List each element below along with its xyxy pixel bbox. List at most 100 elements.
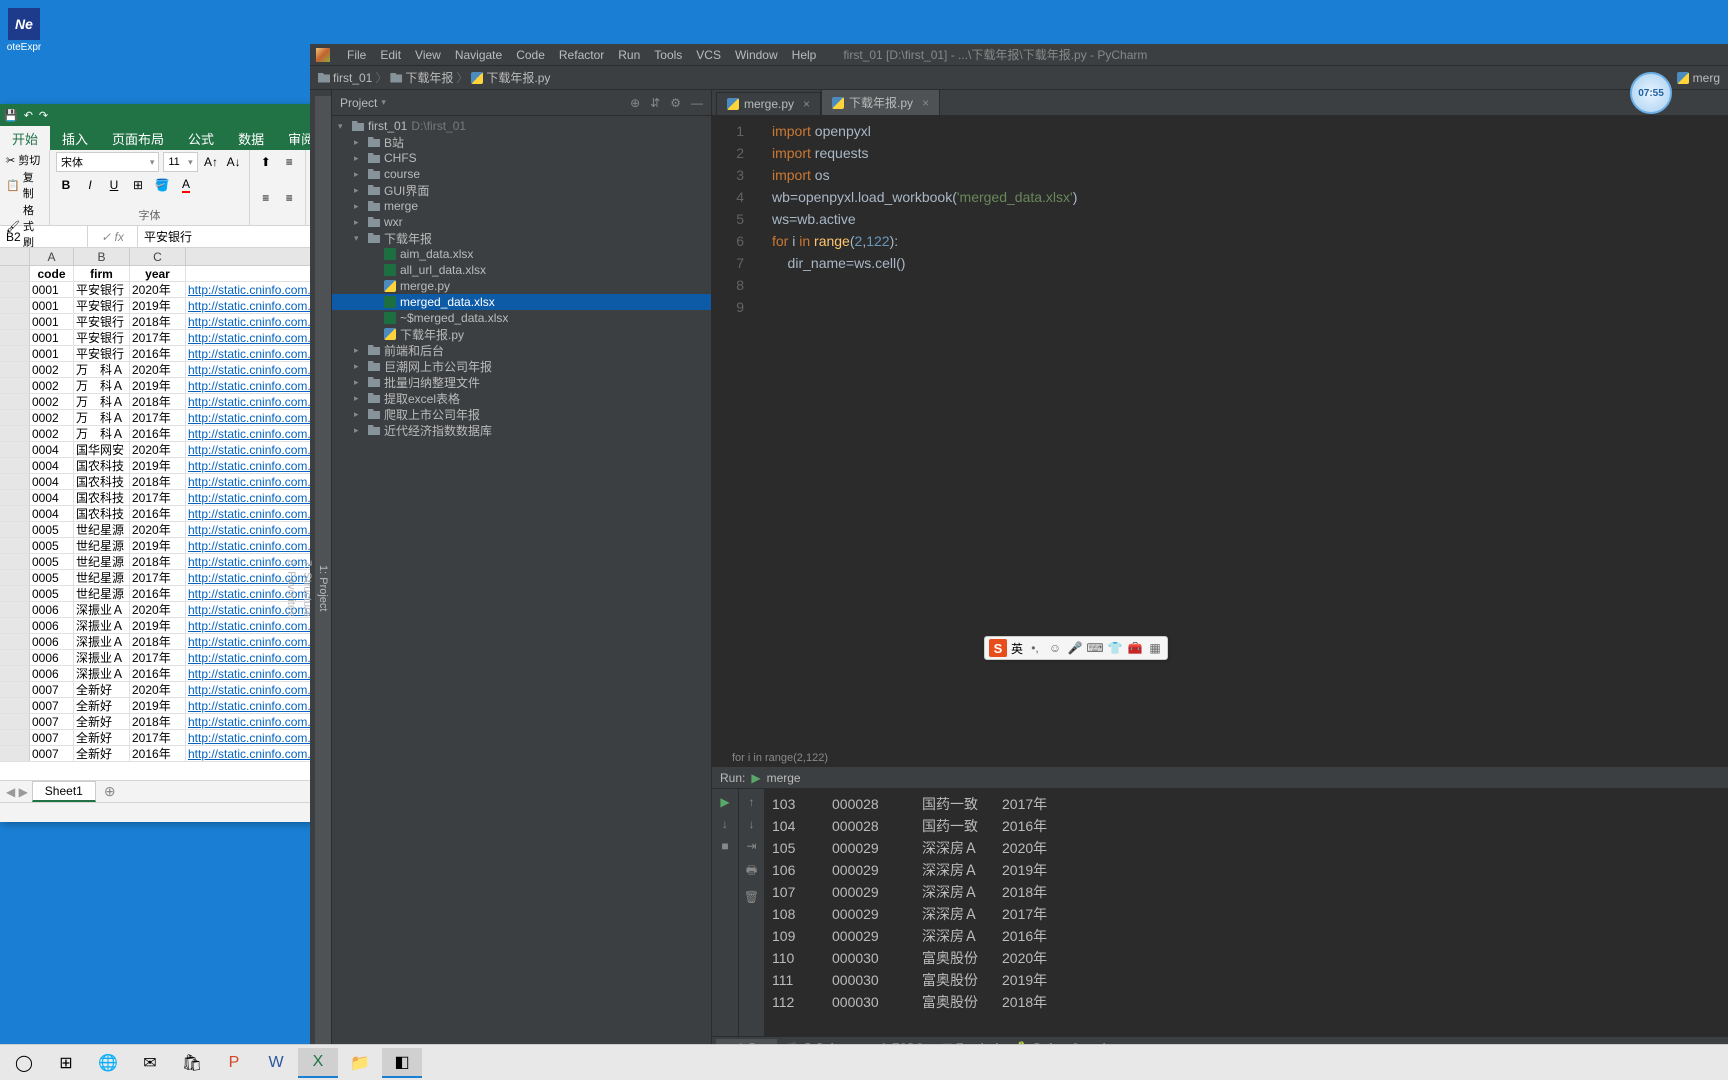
- editor-tab[interactable]: merge.py×: [716, 92, 821, 115]
- tree-item[interactable]: aim_data.xlsx: [332, 246, 711, 262]
- run-print-icon[interactable]: 🖶: [746, 861, 757, 882]
- tree-item[interactable]: ▸巨潮网上市公司年报: [332, 358, 711, 374]
- ime-keyboard-icon[interactable]: ⌨: [1087, 640, 1103, 656]
- menu-code[interactable]: Code: [509, 48, 552, 62]
- tree-item[interactable]: merge.py: [332, 278, 711, 294]
- tree-item[interactable]: ▸CHFS: [332, 150, 711, 166]
- sogou-icon[interactable]: S: [989, 639, 1007, 657]
- excel-add-sheet[interactable]: ⊕: [104, 783, 116, 800]
- editor-tab[interactable]: 下载年报.py×: [821, 89, 940, 115]
- excel-fx-icon[interactable]: ✓ fx: [88, 226, 138, 247]
- ime-menu-icon[interactable]: ▦: [1147, 640, 1163, 656]
- menu-edit[interactable]: Edit: [373, 48, 408, 62]
- project-label[interactable]: Project: [340, 96, 377, 110]
- tree-item[interactable]: ~$merged_data.xlsx: [332, 310, 711, 326]
- menu-vcs[interactable]: VCS: [689, 48, 728, 62]
- excel-name-box[interactable]: B2: [0, 226, 88, 247]
- start-button[interactable]: ◯: [4, 1048, 44, 1078]
- menu-file[interactable]: File: [340, 48, 373, 62]
- tree-item[interactable]: 下载年报.py: [332, 326, 711, 342]
- tree-item[interactable]: ▸批量归纳整理文件: [332, 374, 711, 390]
- run-wrap-icon[interactable]: ⇥: [746, 839, 756, 853]
- run-play-icon[interactable]: ▶: [720, 795, 729, 809]
- tree-item[interactable]: ▸merge: [332, 198, 711, 214]
- run-up-icon[interactable]: ↑: [749, 795, 755, 809]
- excel-fill-color[interactable]: 🪣: [152, 175, 172, 195]
- excel-bold[interactable]: B: [56, 175, 76, 195]
- tree-item[interactable]: ▸爬取上市公司年报: [332, 406, 711, 422]
- tree-item[interactable]: ▾first_01 D:\first_01: [332, 118, 711, 134]
- excel-undo-icon[interactable]: ↶: [24, 109, 33, 122]
- ribbon-tab[interactable]: 公式: [176, 126, 226, 151]
- project-tool-tab[interactable]: 1: Project: [315, 96, 331, 1080]
- excel-increase-font[interactable]: A↑: [202, 152, 221, 172]
- merge-tab-right[interactable]: merg: [1677, 71, 1720, 85]
- menu-navigate[interactable]: Navigate: [448, 48, 509, 62]
- ime-toolbar[interactable]: S 英 •, ☺ 🎤 ⌨ 👕 🧰 ▦: [984, 636, 1168, 660]
- tree-item[interactable]: ▾下载年报: [332, 230, 711, 246]
- chevron-down-icon[interactable]: ▾: [381, 97, 386, 108]
- hide-icon[interactable]: —: [691, 96, 703, 110]
- excel-align-left[interactable]: ≡: [256, 188, 276, 208]
- menu-help[interactable]: Help: [785, 48, 824, 62]
- favorites-tool-tab[interactable]: 2: Favorites: [283, 96, 299, 1080]
- tree-item[interactable]: ▸提取excel表格: [332, 390, 711, 406]
- excel-sheet-nav[interactable]: ◀ ▶: [6, 785, 28, 799]
- excel-align-top[interactable]: ⬆: [256, 152, 276, 172]
- col-header[interactable]: A: [30, 248, 74, 265]
- store-icon[interactable]: 🛍: [172, 1048, 212, 1078]
- excel-font-name[interactable]: 宋体▾: [56, 152, 159, 172]
- clock-widget[interactable]: 07:55: [1630, 72, 1672, 114]
- ime-punct-icon[interactable]: •,: [1027, 640, 1043, 656]
- tree-item[interactable]: merged_data.xlsx: [332, 294, 711, 310]
- ribbon-tab[interactable]: 页面布局: [100, 126, 176, 151]
- desktop-icon-noteexpress[interactable]: Ne oteExpr: [4, 8, 44, 53]
- ribbon-tab[interactable]: 插入: [50, 126, 100, 151]
- tree-item[interactable]: ▸course: [332, 166, 711, 182]
- word-icon[interactable]: W: [256, 1048, 296, 1078]
- excel-redo-icon[interactable]: ↷: [39, 109, 48, 122]
- pycharm-taskbar-icon[interactable]: ◧: [382, 1048, 422, 1078]
- col-header[interactable]: C: [130, 248, 186, 265]
- run-stop-icon[interactable]: ■: [721, 839, 728, 853]
- run-config[interactable]: merge: [767, 771, 801, 785]
- ime-toolbox-icon[interactable]: 🧰: [1127, 640, 1143, 656]
- target-icon[interactable]: ⊕: [630, 96, 640, 110]
- task-view[interactable]: ⊞: [46, 1048, 86, 1078]
- tree-item[interactable]: all_url_data.xlsx: [332, 262, 711, 278]
- menu-tools[interactable]: Tools: [647, 48, 689, 62]
- structure-tool-tab[interactable]: 7: Structure: [299, 96, 315, 1080]
- breadcrumb-item[interactable]: first_01: [318, 71, 372, 85]
- excel-underline[interactable]: U: [104, 175, 124, 195]
- ribbon-tab[interactable]: 数据: [226, 126, 276, 151]
- tree-item[interactable]: ▸wxr: [332, 214, 711, 230]
- tree-item[interactable]: ▸B站: [332, 134, 711, 150]
- run-dn-icon[interactable]: ↓: [749, 817, 755, 831]
- ime-lang[interactable]: 英: [1011, 640, 1023, 657]
- excel-copy[interactable]: 📋 复制: [6, 169, 43, 201]
- run-down-icon[interactable]: ↓: [722, 817, 728, 831]
- col-header[interactable]: B: [74, 248, 130, 265]
- run-output[interactable]: 103000028国药一致2017年104000028国药一致2016年1050…: [764, 789, 1728, 1036]
- collapse-icon[interactable]: ⇵: [650, 96, 660, 110]
- ribbon-tab[interactable]: 开始: [0, 126, 50, 151]
- menu-view[interactable]: View: [408, 48, 448, 62]
- excel-save-icon[interactable]: 💾: [4, 109, 18, 122]
- tree-item[interactable]: ▸前端和后台: [332, 342, 711, 358]
- menu-run[interactable]: Run: [611, 48, 647, 62]
- run-trash-icon[interactable]: 🗑: [744, 890, 759, 904]
- menu-window[interactable]: Window: [728, 48, 785, 62]
- tree-item[interactable]: ▸GUI界面: [332, 182, 711, 198]
- mail-icon[interactable]: ✉: [130, 1048, 170, 1078]
- explorer-icon[interactable]: 📁: [340, 1048, 380, 1078]
- breadcrumb-item[interactable]: 下载年报.py: [471, 69, 550, 86]
- excel-decrease-font[interactable]: A↓: [224, 152, 243, 172]
- ime-mic-icon[interactable]: 🎤: [1067, 640, 1083, 656]
- menu-refactor[interactable]: Refactor: [552, 48, 611, 62]
- excel-cut[interactable]: ✂ 剪切: [6, 152, 43, 168]
- chrome-icon[interactable]: 🌐: [88, 1048, 128, 1078]
- breadcrumb-item[interactable]: 下载年报: [390, 69, 453, 86]
- excel-taskbar-icon[interactable]: X: [298, 1048, 338, 1078]
- ime-emoji-icon[interactable]: ☺: [1047, 640, 1063, 656]
- gear-icon[interactable]: ⚙: [670, 96, 681, 110]
